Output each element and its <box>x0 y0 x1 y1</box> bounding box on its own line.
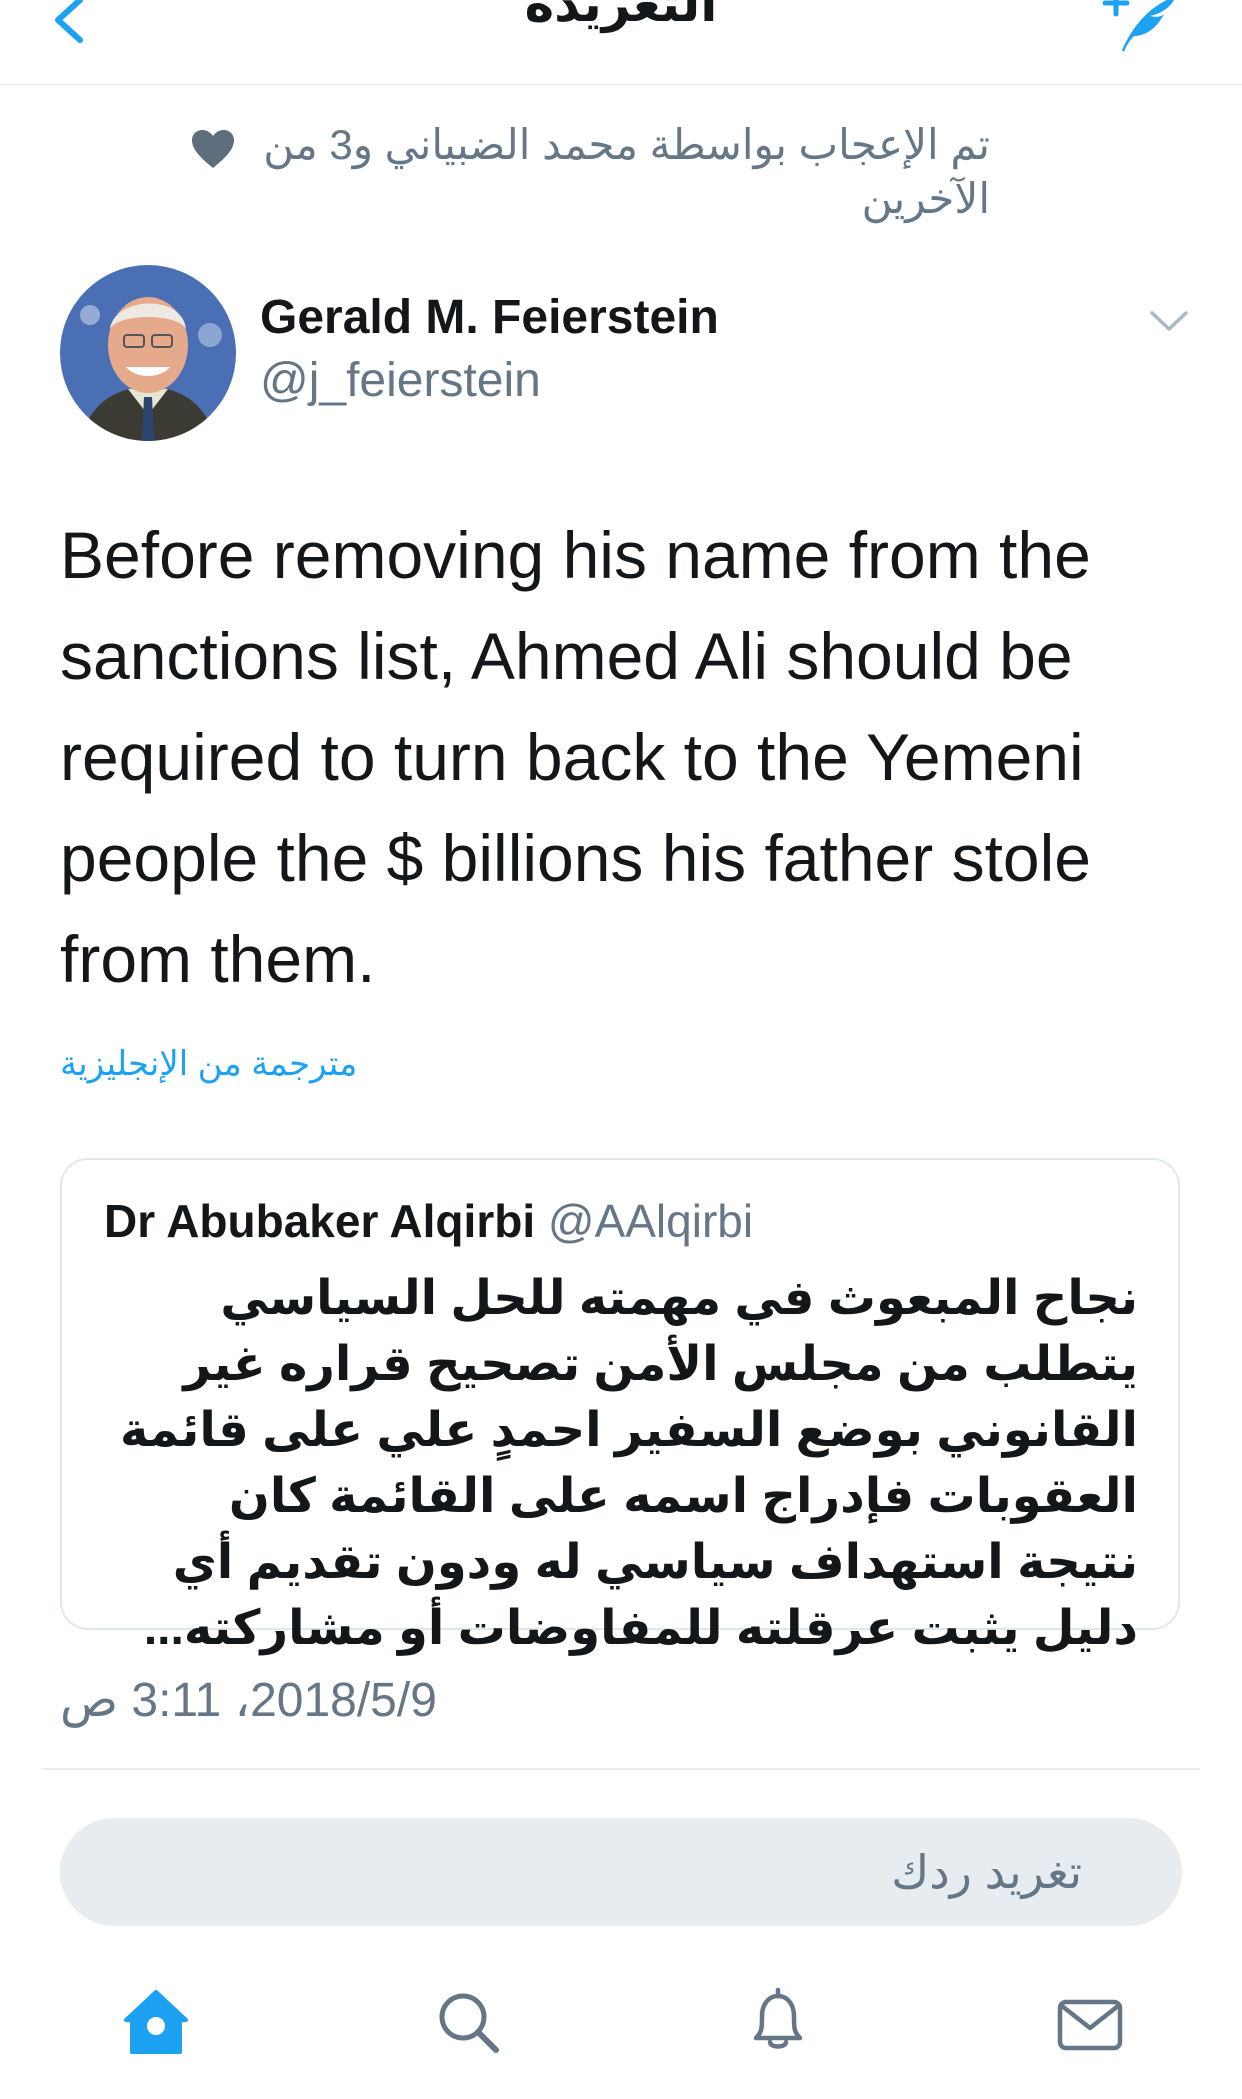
avatar-photo <box>60 265 236 441</box>
compose-tweet-icon[interactable] <box>1100 0 1180 56</box>
quoted-tweet-text: نجاح المبعوث في مهمته للحل السياسي يتطلب… <box>120 1272 1138 1655</box>
search-icon[interactable] <box>432 1986 504 2058</box>
quoted-tweet-header: Dr Abubaker Alqirbi @AAlqirbi <box>104 1192 753 1250</box>
author-name[interactable]: Gerald M. Feierstein <box>260 290 719 346</box>
heart-icon <box>192 130 234 168</box>
page-title: التغريدة <box>524 0 718 32</box>
quoted-author-handle: @AAlqirbi <box>547 1195 754 1247</box>
tweet-text: Before removing his name from the sancti… <box>60 518 1091 996</box>
divider <box>42 1768 1200 1770</box>
quoted-author-name: Dr Abubaker Alqirbi <box>104 1195 536 1247</box>
translated-label[interactable]: مترجمة من الإنجليزية <box>60 1042 357 1086</box>
tweet-timestamp: 2018/5/9، 3:11 ص <box>60 1674 437 1727</box>
chevron-down-icon[interactable] <box>1148 308 1190 334</box>
envelope-icon[interactable] <box>1054 1990 1126 2062</box>
liked-by-text[interactable]: تم الإعجاب بواسطة محمد الضبياني و3 من ال… <box>230 118 990 226</box>
reply-placeholder: تغريد ردك <box>891 1846 1082 1898</box>
bell-icon[interactable] <box>742 1984 814 2056</box>
author-handle[interactable]: @j_feierstein <box>260 353 541 409</box>
avatar[interactable] <box>60 265 236 441</box>
home-icon[interactable] <box>120 1986 192 2058</box>
